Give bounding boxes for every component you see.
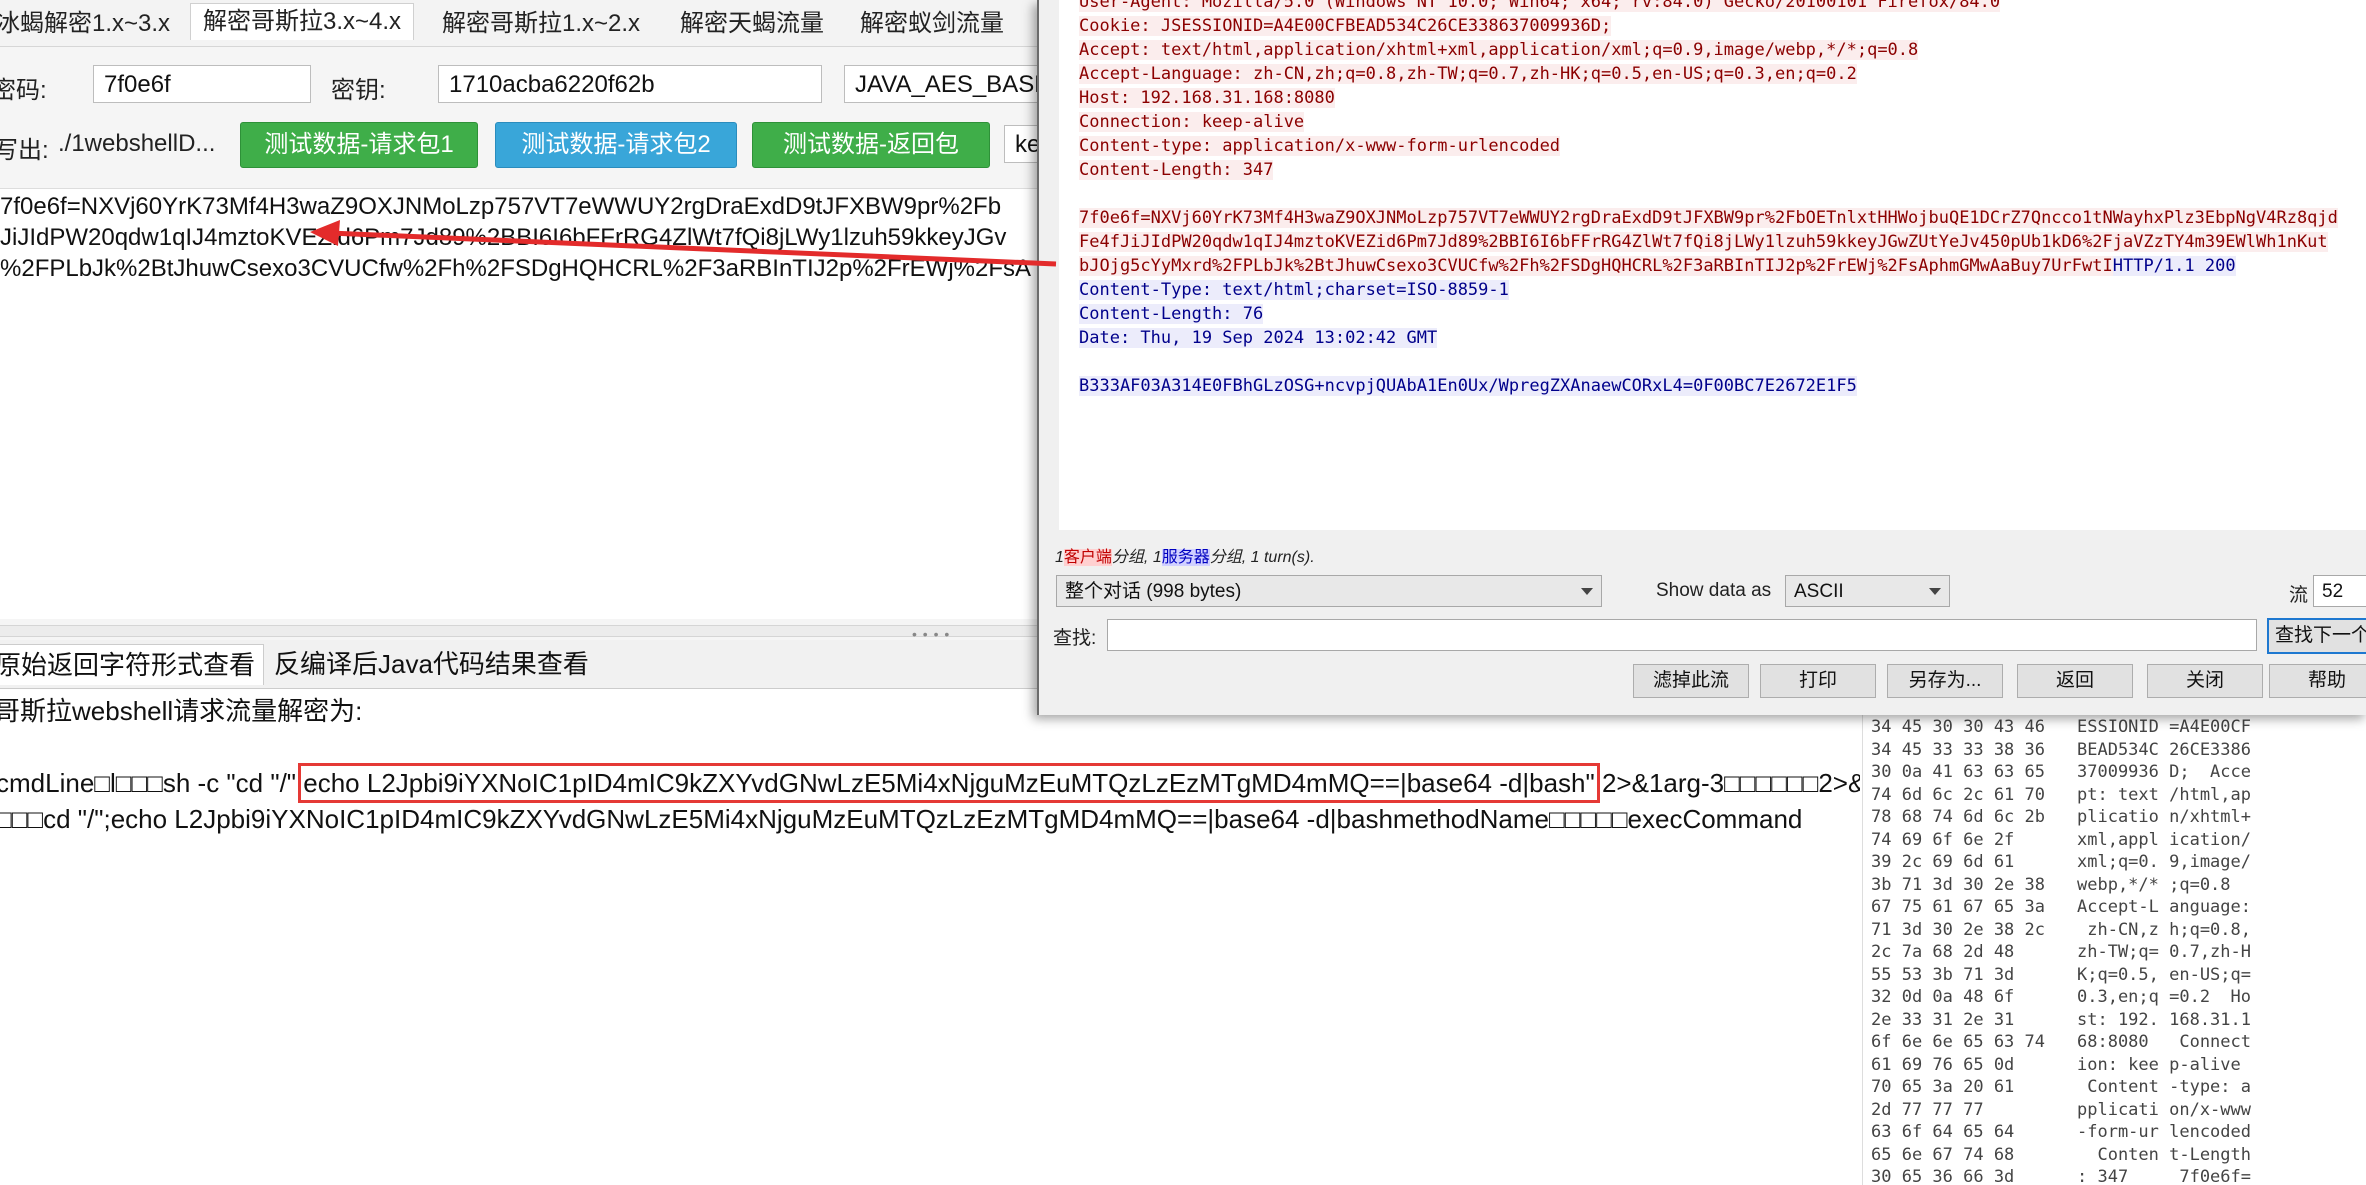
annotation-arrow — [310, 220, 1057, 267]
